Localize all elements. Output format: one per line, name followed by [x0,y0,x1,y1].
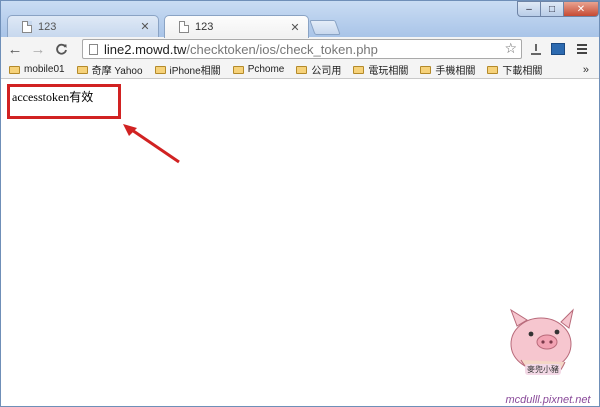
close-tab-icon[interactable]: ✕ [138,20,152,33]
forward-button[interactable]: → [29,40,47,58]
folder-icon [296,65,308,74]
tab-inactive[interactable]: 123 ✕ [7,15,159,37]
bookmark-item[interactable]: iPhone相關 [154,62,221,77]
page-content: accesstoken有效 麥兜小豬 mcdulll.pixnet.net [1,80,599,406]
bookmark-item[interactable]: mobile01 [9,64,65,75]
bookmark-label: 公司用 [311,66,342,77]
watermark: 麥兜小豬 mcdulll.pixnet.net [495,302,600,406]
menu-icon[interactable] [573,40,591,58]
folder-icon [9,65,20,74]
bookmarks-bar: mobile01 奇摩 Yahoo iPhone相關 Pchome 公司用 電玩… [1,61,599,79]
bookmark-label: 電玩相關 [368,66,409,77]
page-icon [22,20,32,33]
page-icon [179,21,189,33]
folder-icon [154,65,166,74]
bookmark-item[interactable]: 手機相關 [420,62,475,77]
url-text: line2.mowd.tw/checktoken/ios/check_token… [104,42,378,57]
download-icon[interactable] [527,40,545,58]
folder-icon [353,65,365,74]
toolbar: ← → line2.mowd.tw/checktoken/ios/check_t… [1,37,599,61]
close-window-button[interactable]: ✕ [563,1,599,17]
reload-icon [55,43,67,55]
minimize-button[interactable]: – [517,1,541,17]
close-tab-icon[interactable]: ✕ [288,21,302,34]
bookmark-label: 奇摩 Yahoo [91,66,143,77]
pig-mascot-icon [510,308,574,375]
bookmark-item[interactable]: 電玩相關 [353,62,408,77]
bookmark-item[interactable]: Pchome [232,64,285,75]
maximize-button[interactable]: □ [540,1,564,17]
bookmark-label: mobile01 [24,64,65,75]
folder-icon [76,65,88,74]
annotation-box [7,84,121,119]
bookmark-label: 下載相關 [502,66,543,77]
tab-strip: 123 ✕ 123 ✕ – □ ✕ [1,1,599,38]
page-icon [89,43,98,55]
more-bookmarks-icon[interactable]: » [583,64,589,76]
tab-label: 123 [38,20,57,33]
browser-window: 123 ✕ 123 ✕ – □ ✕ ← → line2.mowd.tw/chec… [0,0,600,407]
back-button[interactable]: ← [6,40,24,58]
folder-icon [487,65,499,74]
bookmark-label: 手機相關 [435,66,476,77]
bookmark-star-icon[interactable]: ☆ [504,40,517,57]
watermark-text: mcdulll.pixnet.net [505,394,591,406]
bookmark-item[interactable]: 奇摩 Yahoo [76,62,143,77]
bookmark-item[interactable]: 公司用 [296,62,341,77]
url-path: /checktoken/ios/check_token.php [186,41,378,57]
extension-icon[interactable] [549,40,567,58]
tab-label: 123 [195,21,214,33]
new-tab-button[interactable] [309,20,341,35]
watermark-badge: 麥兜小豬 [525,364,561,375]
url-host: line2.mowd.tw [104,41,187,57]
bookmark-item[interactable]: 下載相關 [487,62,542,77]
reload-button[interactable] [52,40,70,58]
annotation-arrow-icon [123,124,180,164]
address-bar[interactable]: line2.mowd.tw/checktoken/ios/check_token… [82,39,522,59]
bookmark-label: Pchome [247,64,285,75]
bookmark-label: iPhone相關 [169,66,221,77]
folder-icon [420,65,432,74]
folder-icon [232,65,244,74]
tab-active[interactable]: 123 ✕ [164,15,309,38]
